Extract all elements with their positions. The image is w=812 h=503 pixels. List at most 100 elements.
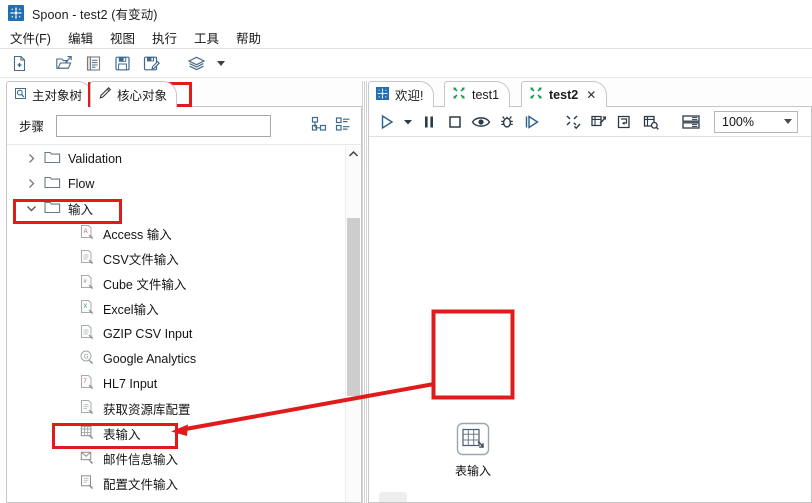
steps-tree-scroll[interactable]: Validation Flow 输入 A Access 输入 CSV文件输入 #… [7, 146, 363, 502]
tree-item-input-folder[interactable]: 输入 [7, 196, 347, 221]
run-icon[interactable] [376, 111, 398, 133]
tab-test2[interactable]: test2 ✕ [521, 81, 608, 107]
editor-toolbar: 100% [369, 107, 811, 137]
pencil-icon [98, 86, 112, 103]
google-analytics-icon: G [79, 349, 96, 369]
tree-item-label: 邮件信息输入 [103, 453, 179, 467]
tree-item-label: Validation [68, 151, 122, 166]
canvas-scroll-button[interactable] [379, 492, 407, 502]
tab-test1[interactable]: test1 [444, 81, 511, 107]
tab-test1-label: test1 [472, 87, 500, 102]
table-input-icon [456, 422, 490, 459]
tree-item-label: GZIP CSV Input [103, 326, 193, 341]
property-input-icon [79, 474, 96, 494]
explore-repository-icon[interactable] [83, 53, 103, 73]
tree-item-property-input[interactable]: 配置文件输入 [7, 471, 347, 496]
tab-core-objects[interactable]: 核心对象 [90, 81, 178, 107]
svg-text:A: A [84, 229, 88, 235]
svg-text:G: G [84, 354, 89, 360]
excel-input-icon: X [79, 299, 96, 319]
explore-database-icon[interactable] [640, 111, 662, 133]
title-bar: Spoon - test2 (有变动) [0, 0, 812, 26]
tab-welcome[interactable]: 欢迎! [368, 81, 435, 107]
main-toolbar [0, 49, 812, 77]
search-tool-icons [311, 116, 353, 135]
show-grid-icon[interactable] [680, 111, 702, 133]
spoon-window: Spoon - test2 (有变动) 文件(F) 编辑 视图 执行 工具 帮助 [0, 0, 812, 503]
transformation-canvas[interactable]: 表输入 [369, 138, 811, 502]
save-icon[interactable] [112, 53, 132, 73]
canvas-node-label: 表输入 [454, 464, 491, 478]
steps-panel: 主对象树 核心对象 步骤 Validation Flow 输入 A Access… [6, 81, 362, 503]
tree-item-csv-input[interactable]: CSV文件输入 [7, 246, 347, 271]
tree-item-table-input[interactable]: 表输入 [7, 421, 347, 446]
chevron-right-icon[interactable] [25, 178, 37, 189]
search-input[interactable] [56, 114, 272, 137]
tree-item-gzip-csv-input[interactable]: GZIP CSV Input [7, 321, 347, 346]
tree-item-label: HL7 Input [103, 376, 158, 391]
tab-main-object-tree-label: 主对象树 [32, 89, 83, 103]
save-as-icon[interactable] [141, 53, 161, 73]
chevron-down-icon[interactable] [784, 119, 792, 124]
editor-panel: 欢迎! test1 test2 ✕ 100% 表输入 [368, 81, 812, 503]
close-icon[interactable]: ✕ [586, 88, 596, 102]
tree-view-icon [14, 87, 27, 103]
debug-icon[interactable] [496, 111, 518, 133]
scrollbar-thumb[interactable] [347, 218, 360, 396]
window-title: Spoon - test2 (有变动) [32, 7, 158, 22]
canvas-node-table-input[interactable]: 表输入 [445, 422, 501, 479]
chevron-right-icon[interactable] [25, 153, 37, 164]
step-search-label: 步骤 [19, 120, 45, 134]
tree-item-repository-config[interactable]: 获取资源库配置 [7, 396, 347, 421]
stop-icon[interactable] [444, 111, 466, 133]
transformation-icon [452, 86, 466, 103]
steps-tree-scrollbar[interactable] [345, 146, 361, 502]
pause-icon[interactable] [418, 111, 440, 133]
zoom-level-combo[interactable]: 100% [714, 110, 798, 133]
menu-run[interactable]: 执行 [152, 28, 177, 47]
csv-input-icon [79, 249, 96, 269]
tree-item-cube-input[interactable]: # Cube 文件输入 [7, 271, 347, 296]
tree-item-hl7-input[interactable]: 7 HL7 Input [7, 371, 347, 396]
mail-input-icon [79, 449, 96, 469]
tree-item-excel-input[interactable]: X Excel输入 [7, 296, 347, 321]
new-file-icon[interactable] [9, 53, 29, 73]
menu-file[interactable]: 文件(F) [10, 28, 51, 47]
run-options-caret-icon[interactable] [402, 111, 414, 133]
transformation-icon [529, 86, 543, 103]
menu-view[interactable]: 视图 [110, 28, 135, 47]
tab-main-object-tree[interactable]: 主对象树 [6, 81, 93, 107]
svg-text:X: X [83, 304, 87, 310]
folder-icon [44, 200, 61, 217]
tree-item-google-analytics[interactable]: G Google Analytics [7, 346, 347, 371]
menu-bar: 文件(F) 编辑 视图 执行 工具 帮助 [0, 26, 812, 48]
toolbar-dropdown-caret-icon[interactable] [217, 60, 225, 66]
folder-icon [44, 175, 61, 192]
verify-icon[interactable] [562, 111, 584, 133]
scroll-up-icon[interactable] [346, 146, 361, 162]
chevron-down-icon[interactable] [25, 204, 37, 213]
tree-item-flow[interactable]: Flow [7, 171, 347, 196]
tree-item-label: 获取资源库配置 [103, 403, 191, 417]
tree-item-mail-input[interactable]: 邮件信息输入 [7, 446, 347, 471]
tree-item-access-input[interactable]: A Access 输入 [7, 221, 347, 246]
tree-item-label: Excel输入 [103, 303, 159, 317]
repository-config-icon [79, 399, 96, 419]
folder-icon [44, 150, 61, 167]
tree-item-label: CSV文件输入 [103, 253, 179, 267]
tab-core-objects-label: 核心对象 [117, 89, 168, 103]
menu-help[interactable]: 帮助 [236, 28, 261, 47]
list-detail-icon[interactable] [335, 116, 351, 135]
open-file-icon[interactable] [54, 53, 74, 73]
tree-item-label: Flow [68, 176, 95, 191]
get-sql-icon[interactable] [614, 111, 636, 133]
expand-tree-icon[interactable] [311, 116, 327, 135]
tree-item-validation[interactable]: Validation [7, 146, 347, 171]
impact-analysis-icon[interactable] [588, 111, 610, 133]
menu-edit[interactable]: 编辑 [68, 28, 93, 47]
replay-icon[interactable] [522, 111, 544, 133]
preview-icon[interactable] [470, 111, 492, 133]
menu-tools[interactable]: 工具 [194, 28, 219, 47]
tree-item-label: Access 输入 [103, 228, 172, 242]
layers-icon[interactable] [186, 53, 206, 73]
